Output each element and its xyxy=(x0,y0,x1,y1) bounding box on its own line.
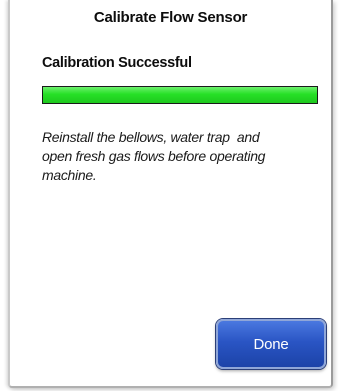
dialog-title: Calibrate Flow Sensor xyxy=(93,9,248,26)
done-button[interactable]: Done xyxy=(216,319,326,369)
calibrate-flow-sensor-dialog: Calibrate Flow Sensor Calibration Succes… xyxy=(8,0,333,388)
progress-bar-fill xyxy=(43,87,317,103)
calibration-progress-bar xyxy=(42,86,318,104)
calibration-status: Calibration Successful xyxy=(42,55,192,71)
instruction-message: Reinstall the bellows, water trap and op… xyxy=(42,129,266,183)
done-button-label: Done xyxy=(253,335,289,353)
